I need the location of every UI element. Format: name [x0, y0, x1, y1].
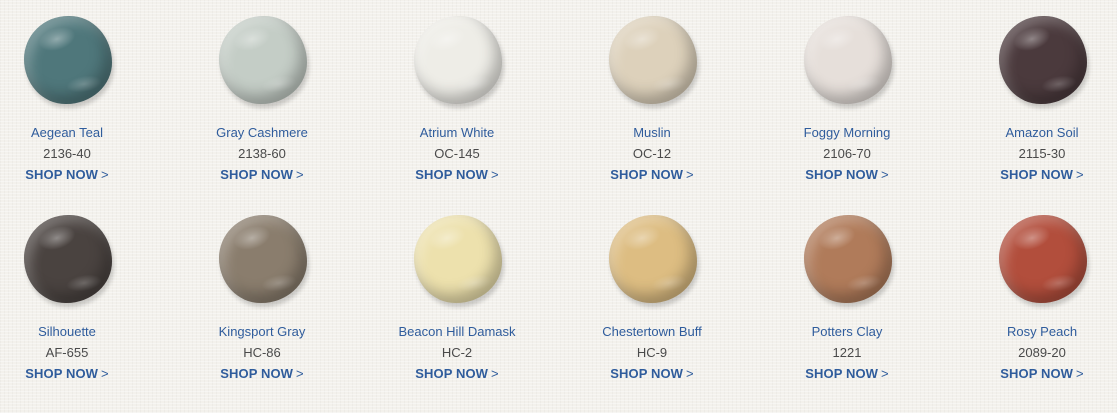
- swatch-card-amazon-soil[interactable]: Amazon Soil 2115-30 SHOP NOW >: [957, 0, 1117, 190]
- shop-now-link[interactable]: SHOP NOW >: [372, 366, 542, 382]
- swatch-card-potters-clay[interactable]: Potters Clay 1221 SHOP NOW >: [762, 199, 932, 389]
- shop-now-link[interactable]: SHOP NOW >: [567, 167, 737, 183]
- swatch-chip[interactable]: [609, 16, 697, 106]
- shop-now-link[interactable]: SHOP NOW >: [0, 167, 152, 183]
- shop-now-link[interactable]: SHOP NOW >: [762, 167, 932, 183]
- swatch-card-silhouette[interactable]: Silhouette AF-655 SHOP NOW >: [0, 199, 152, 389]
- shop-now-link[interactable]: SHOP NOW >: [762, 366, 932, 382]
- chevron-right-icon: >: [101, 366, 109, 381]
- swatch-code: 2136-40: [43, 146, 91, 161]
- chevron-right-icon: >: [881, 366, 889, 381]
- paint-blob-icon: [999, 16, 1087, 104]
- shop-now-link[interactable]: SHOP NOW >: [372, 167, 542, 183]
- swatch-chip[interactable]: [414, 215, 502, 305]
- paint-blob-icon: [999, 215, 1087, 303]
- chevron-right-icon: >: [1076, 167, 1084, 182]
- swatch-name-link[interactable]: Amazon Soil: [957, 125, 1117, 141]
- paint-blob-icon: [24, 215, 112, 303]
- chevron-right-icon: >: [491, 167, 499, 182]
- swatch-name-link[interactable]: Atrium White: [372, 125, 542, 141]
- shop-now-label: SHOP NOW: [1000, 366, 1074, 381]
- paint-blob-icon: [609, 16, 697, 104]
- swatch-code: 2138-60: [238, 146, 286, 161]
- swatch-chip[interactable]: [24, 215, 112, 305]
- swatch-chip[interactable]: [804, 215, 892, 305]
- swatch-card-beacon-hill-damask[interactable]: Beacon Hill Damask HC-2 SHOP NOW >: [372, 199, 542, 389]
- paint-blob-icon: [219, 16, 307, 104]
- chevron-right-icon: >: [296, 167, 304, 182]
- chevron-right-icon: >: [1076, 366, 1084, 381]
- paint-blob-icon: [414, 215, 502, 303]
- swatch-chip[interactable]: [999, 215, 1087, 305]
- swatch-card-rosy-peach[interactable]: Rosy Peach 2089-20 SHOP NOW >: [957, 199, 1117, 389]
- shop-now-label: SHOP NOW: [220, 167, 294, 182]
- swatch-chip[interactable]: [24, 16, 112, 106]
- shop-now-link[interactable]: SHOP NOW >: [0, 366, 152, 382]
- paint-blob-icon: [219, 215, 307, 303]
- swatch-name-link[interactable]: Aegean Teal: [0, 125, 152, 141]
- swatch-name-link[interactable]: Potters Clay: [762, 324, 932, 340]
- swatch-chip[interactable]: [414, 16, 502, 106]
- paint-blob-icon: [804, 16, 892, 104]
- swatch-code: 2089-20: [1018, 345, 1066, 360]
- swatch-name-link[interactable]: Rosy Peach: [957, 324, 1117, 340]
- shop-now-label: SHOP NOW: [415, 366, 489, 381]
- swatch-name-link[interactable]: Muslin: [567, 125, 737, 141]
- swatch-code: OC-12: [632, 146, 672, 161]
- swatch-code: AF-655: [45, 345, 89, 360]
- chevron-right-icon: >: [491, 366, 499, 381]
- shop-now-label: SHOP NOW: [415, 167, 489, 182]
- swatch-chip[interactable]: [219, 16, 307, 106]
- shop-now-label: SHOP NOW: [25, 167, 99, 182]
- shop-now-link[interactable]: SHOP NOW >: [177, 167, 347, 183]
- shop-now-label: SHOP NOW: [805, 167, 879, 182]
- swatch-chip[interactable]: [804, 16, 892, 106]
- shop-now-link[interactable]: SHOP NOW >: [177, 366, 347, 382]
- swatch-name-link[interactable]: Silhouette: [0, 324, 152, 340]
- swatch-card-chestertown-buff[interactable]: Chestertown Buff HC-9 SHOP NOW >: [567, 199, 737, 389]
- paint-blob-icon: [804, 215, 892, 303]
- paint-swatch-grid: Aegean Teal 2136-40 SHOP NOW > Gray Cashm…: [0, 0, 1117, 413]
- swatch-card-kingsport-gray[interactable]: Kingsport Gray HC-86 SHOP NOW >: [177, 199, 347, 389]
- swatch-name-link[interactable]: Foggy Morning: [762, 125, 932, 141]
- chevron-right-icon: >: [101, 167, 109, 182]
- shop-now-link[interactable]: SHOP NOW >: [957, 366, 1117, 382]
- chevron-right-icon: >: [296, 366, 304, 381]
- swatch-chip[interactable]: [219, 215, 307, 305]
- paint-blob-icon: [24, 16, 112, 104]
- shop-now-label: SHOP NOW: [610, 167, 684, 182]
- swatch-chip[interactable]: [999, 16, 1087, 106]
- shop-now-label: SHOP NOW: [25, 366, 99, 381]
- swatch-code: 2106-70: [823, 146, 871, 161]
- chevron-right-icon: >: [686, 167, 694, 182]
- shop-now-link[interactable]: SHOP NOW >: [567, 366, 737, 382]
- swatch-code: 1221: [832, 345, 862, 360]
- swatch-name-link[interactable]: Beacon Hill Damask: [372, 324, 542, 340]
- paint-blob-icon: [414, 16, 502, 104]
- shop-now-label: SHOP NOW: [610, 366, 684, 381]
- shop-now-label: SHOP NOW: [220, 366, 294, 381]
- swatch-chip[interactable]: [609, 215, 697, 305]
- chevron-right-icon: >: [686, 366, 694, 381]
- swatch-card-foggy-morning[interactable]: Foggy Morning 2106-70 SHOP NOW >: [762, 0, 932, 190]
- swatch-name-link[interactable]: Kingsport Gray: [177, 324, 347, 340]
- swatch-card-muslin[interactable]: Muslin OC-12 SHOP NOW >: [567, 0, 737, 190]
- swatch-card-atrium-white[interactable]: Atrium White OC-145 SHOP NOW >: [372, 0, 542, 190]
- swatch-code: HC-86: [243, 345, 281, 360]
- shop-now-link[interactable]: SHOP NOW >: [957, 167, 1117, 183]
- swatch-code: 2115-30: [1018, 146, 1066, 161]
- shop-now-label: SHOP NOW: [805, 366, 879, 381]
- swatch-card-aegean-teal[interactable]: Aegean Teal 2136-40 SHOP NOW >: [0, 0, 152, 190]
- paint-blob-icon: [609, 215, 697, 303]
- swatch-code: OC-145: [434, 146, 480, 161]
- swatch-code: HC-2: [441, 345, 473, 360]
- swatch-name-link[interactable]: Chestertown Buff: [567, 324, 737, 340]
- chevron-right-icon: >: [881, 167, 889, 182]
- shop-now-label: SHOP NOW: [1000, 167, 1074, 182]
- swatch-code: HC-9: [636, 345, 668, 360]
- swatch-name-link[interactable]: Gray Cashmere: [177, 125, 347, 141]
- swatch-card-gray-cashmere[interactable]: Gray Cashmere 2138-60 SHOP NOW >: [177, 0, 347, 190]
